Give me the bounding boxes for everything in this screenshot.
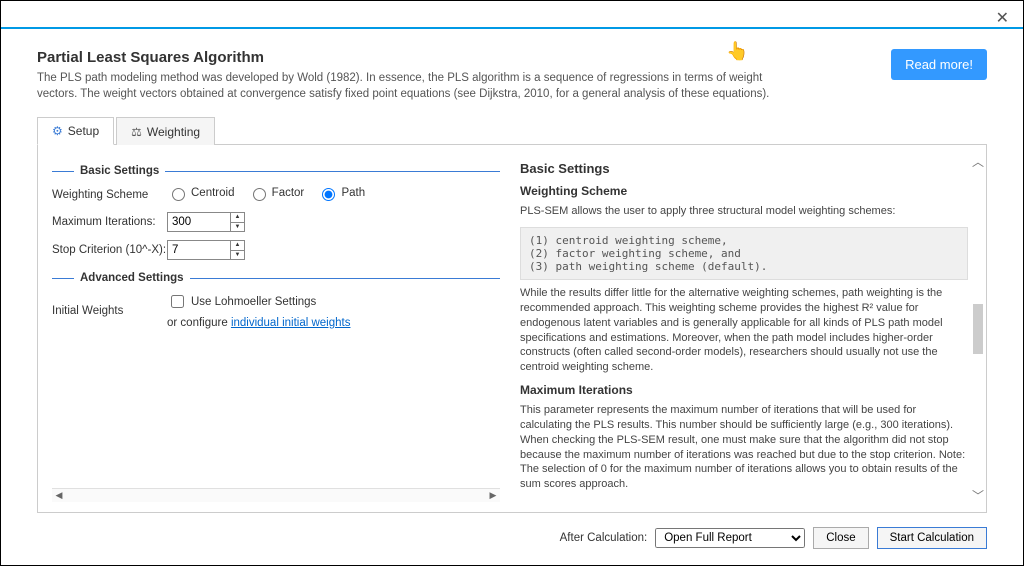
weighting-scheme-row: Weighting Scheme Centroid Factor Path bbox=[52, 185, 500, 204]
info-basic-heading: Basic Settings bbox=[520, 161, 968, 176]
weighting-scheme-radios: Centroid Factor Path bbox=[167, 185, 375, 204]
spinner-arrows[interactable]: ▲▼ bbox=[230, 241, 244, 259]
horizontal-scrollbar[interactable]: ◀ ▶ bbox=[52, 488, 500, 502]
advanced-settings-header: Advanced Settings bbox=[52, 272, 500, 284]
scroll-right-icon[interactable]: ▶ bbox=[486, 490, 500, 501]
chevron-up-icon[interactable]: ▲ bbox=[231, 213, 244, 223]
info-ws-intro: PLS-SEM allows the user to apply three s… bbox=[520, 204, 968, 219]
chevron-down-icon[interactable]: ﹀ bbox=[972, 487, 984, 504]
chevron-up-icon[interactable]: ▲ bbox=[231, 241, 244, 251]
read-more-button[interactable]: Read more! bbox=[891, 49, 987, 80]
header: Partial Least Squares Algorithm The PLS … bbox=[1, 29, 1023, 116]
weighting-icon: ⚖ bbox=[131, 125, 142, 139]
info-mi-body: This parameter represents the maximum nu… bbox=[520, 403, 968, 492]
info-ws-body: While the results differ little for the … bbox=[520, 286, 968, 375]
max-iterations-label: Maximum Iterations: bbox=[52, 216, 167, 228]
radio-path[interactable]: Path bbox=[317, 185, 365, 201]
info-ws-code: (1) centroid weighting scheme, (2) facto… bbox=[520, 227, 968, 280]
info-mi-heading: Maximum Iterations bbox=[520, 383, 968, 397]
stop-criterion-spinner[interactable]: ▲▼ bbox=[167, 240, 245, 260]
tab-setup[interactable]: ⚙ Setup bbox=[37, 117, 114, 145]
tab-weighting[interactable]: ⚖ Weighting bbox=[116, 117, 215, 145]
settings-panel: Basic Settings Weighting Scheme Centroid… bbox=[38, 145, 512, 512]
after-calculation-label: After Calculation: bbox=[560, 532, 648, 544]
scroll-left-icon[interactable]: ◀ bbox=[52, 490, 66, 501]
tab-bar: ⚙ Setup ⚖ Weighting bbox=[37, 116, 987, 145]
footer-bar: After Calculation: Open Full Report Clos… bbox=[1, 513, 1023, 565]
radio-centroid[interactable]: Centroid bbox=[167, 185, 234, 201]
content-area: Basic Settings Weighting Scheme Centroid… bbox=[37, 145, 987, 513]
stop-criterion-label: Stop Criterion (10^-X): bbox=[52, 244, 167, 256]
radio-factor[interactable]: Factor bbox=[248, 185, 305, 201]
close-icon[interactable]: ✕ bbox=[996, 11, 1009, 27]
lohmoeller-checkbox-row: Use Lohmoeller Settings bbox=[167, 292, 350, 311]
title-bar: ✕ bbox=[1, 1, 1023, 29]
chevron-down-icon[interactable]: ▼ bbox=[231, 251, 244, 260]
stop-criterion-row: Stop Criterion (10^-X): ▲▼ bbox=[52, 240, 500, 260]
lohmoeller-label: Use Lohmoeller Settings bbox=[191, 296, 316, 308]
page-title: Partial Least Squares Algorithm bbox=[37, 49, 797, 66]
weighting-scheme-label: Weighting Scheme bbox=[52, 189, 167, 201]
scroll-thumb[interactable] bbox=[973, 304, 983, 354]
start-calculation-button[interactable]: Start Calculation bbox=[877, 527, 987, 549]
stop-criterion-input[interactable] bbox=[168, 241, 230, 259]
lohmoeller-checkbox[interactable] bbox=[171, 295, 184, 308]
configure-weights-text: or configure individual initial weights bbox=[167, 317, 350, 329]
max-iterations-row: Maximum Iterations: ▲▼ bbox=[52, 212, 500, 232]
tab-label: Weighting bbox=[147, 125, 200, 139]
max-iterations-spinner[interactable]: ▲▼ bbox=[167, 212, 245, 232]
page-description: The PLS path modeling method was develop… bbox=[37, 70, 797, 102]
chevron-up-icon[interactable]: ︿ bbox=[972, 153, 984, 170]
spinner-arrows[interactable]: ▲▼ bbox=[230, 213, 244, 231]
gear-icon: ⚙ bbox=[52, 124, 63, 138]
individual-weights-link[interactable]: individual initial weights bbox=[231, 317, 351, 329]
info-panel: Basic Settings Weighting Scheme PLS-SEM … bbox=[512, 145, 986, 512]
chevron-down-icon[interactable]: ▼ bbox=[231, 223, 244, 232]
initial-weights-row: Initial Weights Use Lohmoeller Settings … bbox=[52, 292, 500, 329]
vertical-scrollbar[interactable]: ︿ ﹀ bbox=[972, 153, 984, 504]
tab-label: Setup bbox=[68, 124, 99, 138]
basic-settings-header: Basic Settings bbox=[52, 165, 500, 177]
close-button[interactable]: Close bbox=[813, 527, 868, 549]
max-iterations-input[interactable] bbox=[168, 213, 230, 231]
dialog-window: ✕ 👆 Partial Least Squares Algorithm The … bbox=[0, 0, 1024, 566]
header-text: Partial Least Squares Algorithm The PLS … bbox=[37, 49, 797, 102]
initial-weights-label: Initial Weights bbox=[52, 305, 167, 317]
after-calculation-select[interactable]: Open Full Report bbox=[655, 528, 805, 548]
info-ws-heading: Weighting Scheme bbox=[520, 184, 968, 198]
